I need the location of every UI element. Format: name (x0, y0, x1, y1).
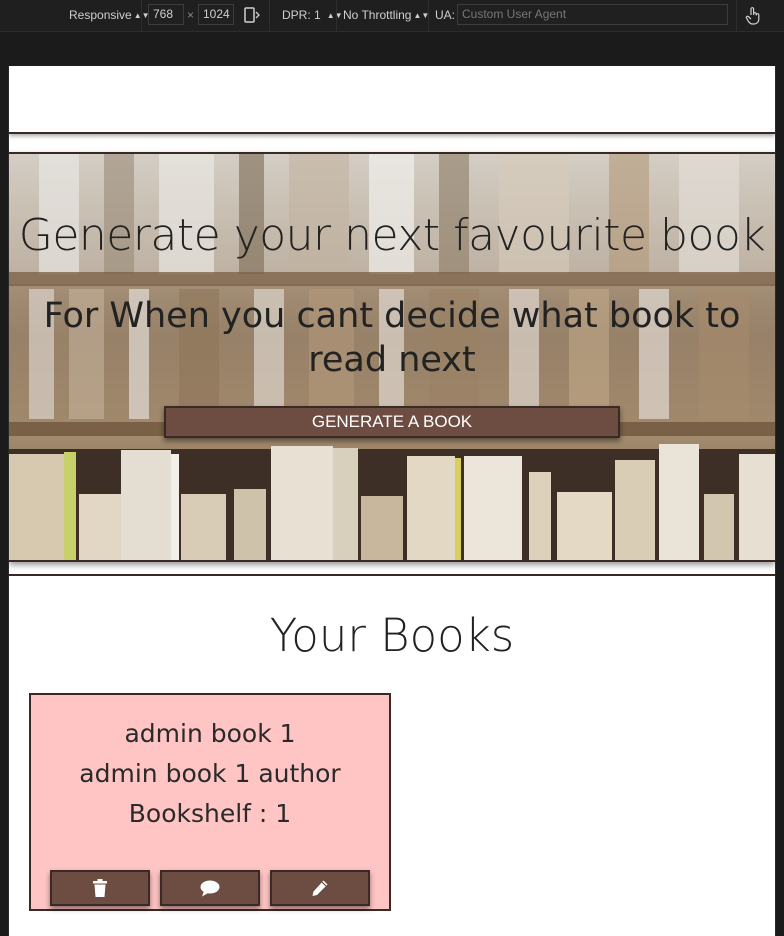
hero-subtitle: For When you cant decide what book to re… (43, 296, 741, 380)
toolbar-divider (141, 0, 142, 31)
dpr-label: DPR: 1 (282, 8, 321, 22)
delete-book-button[interactable] (50, 870, 150, 906)
pencil-icon (312, 880, 328, 896)
book-author: admin book 1 author (79, 759, 341, 788)
touch-icon[interactable] (745, 6, 761, 29)
toolbar-divider (428, 0, 429, 31)
toolbar-divider (269, 0, 270, 31)
throttling-label: No Throttling (343, 8, 412, 22)
your-books-heading: Your Books (269, 609, 515, 662)
trash-icon (93, 879, 107, 897)
devtools-toolbar: Responsive▲▼ 768 × 1024 DPR: 1▲▼ No Thro… (0, 0, 784, 32)
book-card: admin book 1 admin book 1 author Bookshe… (29, 693, 391, 911)
hero-banner: Generate your next favourite book For Wh… (9, 152, 775, 562)
section-divider (9, 574, 775, 576)
edit-book-button[interactable] (270, 870, 370, 906)
comment-icon (200, 880, 220, 896)
book-title: admin book 1 (124, 719, 296, 748)
height-input[interactable]: 1024 (198, 4, 234, 25)
generate-book-button[interactable]: GENERATE A BOOK (164, 406, 620, 438)
comment-book-button[interactable] (160, 870, 260, 906)
updown-icon: ▲▼ (326, 11, 343, 20)
toolbar-divider (336, 0, 337, 31)
hero-title: Generate your next favourite book (18, 210, 766, 261)
user-agent-input[interactable]: Custom User Agent (457, 4, 728, 25)
device-select[interactable]: Responsive▲▼ (69, 8, 150, 23)
toolbar-divider (736, 0, 737, 31)
page-viewport: Generate your next favourite book For Wh… (8, 66, 776, 936)
device-label: Responsive (69, 8, 132, 22)
navbar (9, 66, 775, 134)
book-bookshelf: Bookshelf : 1 (128, 799, 292, 828)
width-input[interactable]: 768 (148, 4, 184, 25)
dpr-select[interactable]: DPR: 1 ▲▼ (282, 8, 343, 23)
ua-label: UA: (435, 8, 456, 22)
throttling-select[interactable]: No Throttling ▲▼ (343, 8, 429, 23)
dimension-separator: × (187, 8, 195, 22)
updown-icon: ▲▼ (413, 11, 430, 20)
rotate-icon[interactable] (243, 6, 261, 28)
